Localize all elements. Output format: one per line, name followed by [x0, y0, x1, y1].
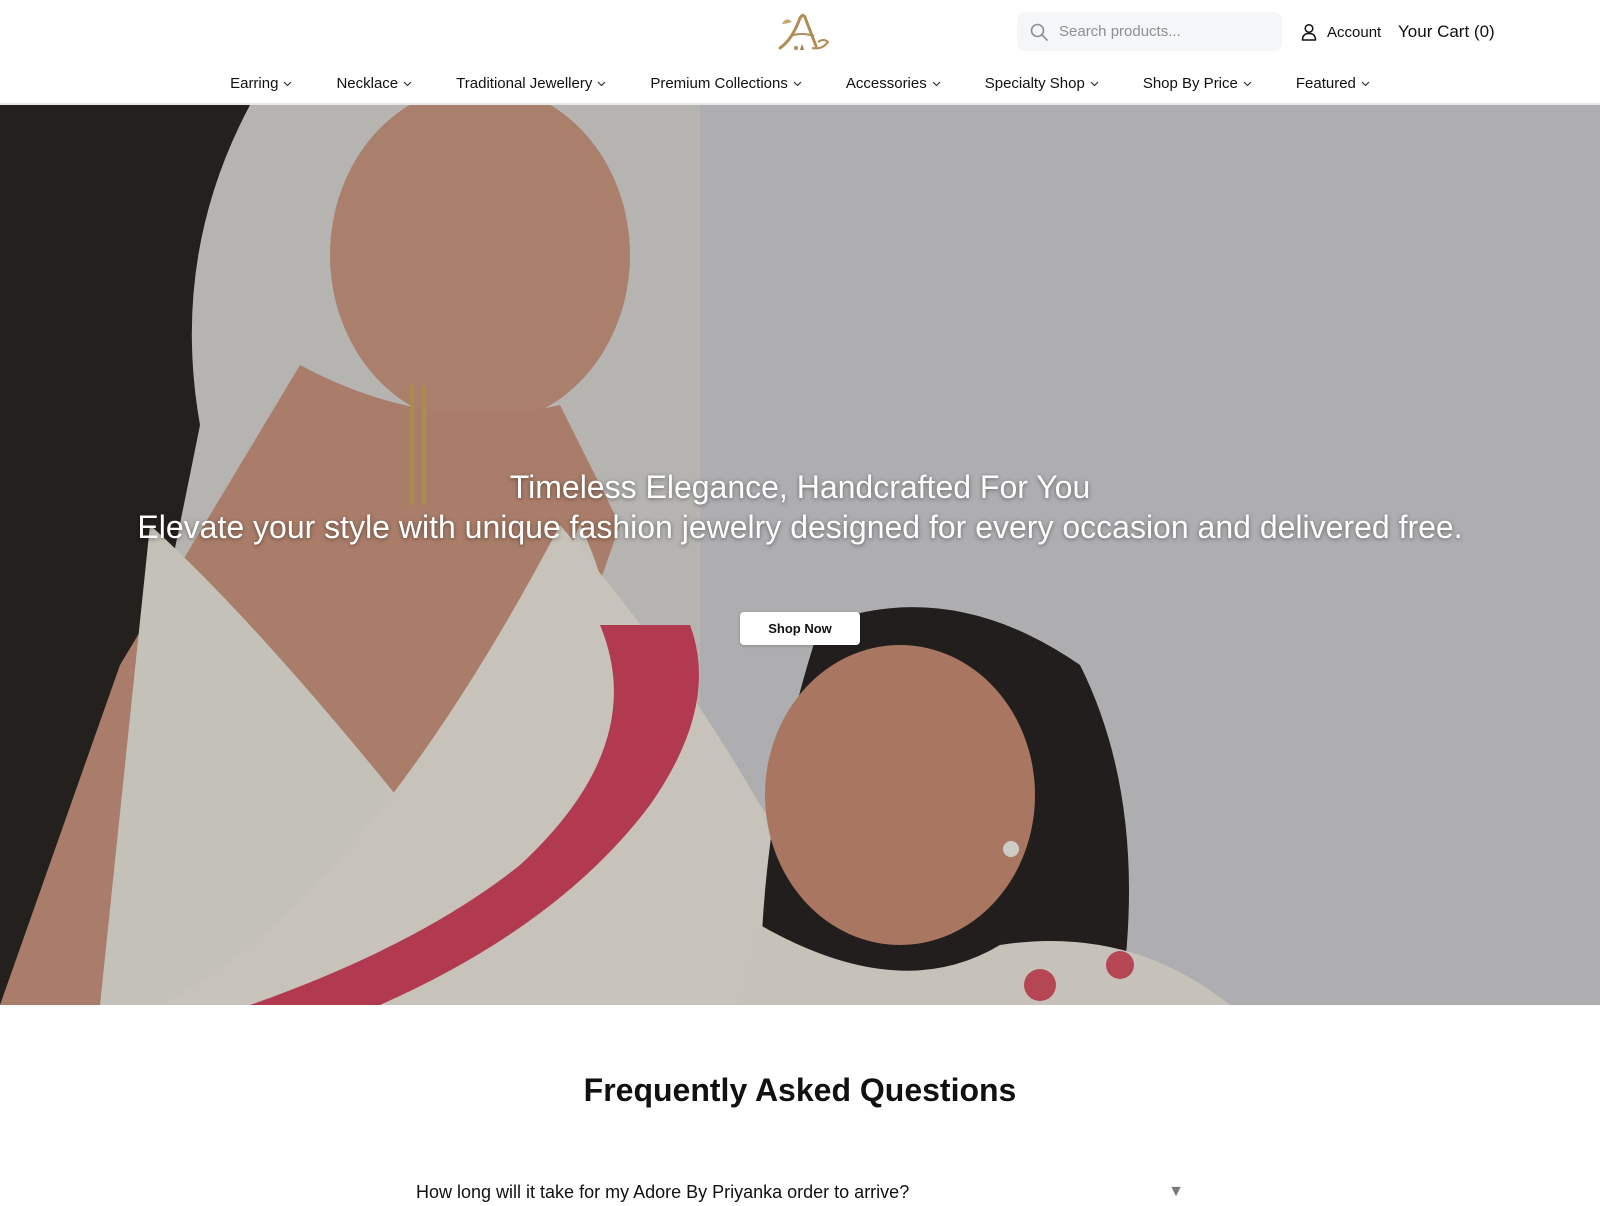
cart-label: Your Cart (0) — [1398, 22, 1495, 41]
chevron-down-icon: ▼ — [1168, 1183, 1184, 1200]
account-link[interactable]: Account — [1300, 18, 1381, 46]
shop-now-button[interactable]: Shop Now — [740, 612, 860, 645]
chevron-down-icon — [1361, 79, 1370, 88]
hero-text: Timeless Elegance, Handcrafted For You E… — [0, 467, 1600, 547]
faq-title: Frequently Asked Questions — [583, 1072, 1017, 1108]
nav-item-label: Premium Collections — [650, 74, 788, 92]
nav-item-traditional-jewellery[interactable]: Traditional Jewellery — [434, 66, 628, 100]
hero-title: Timeless Elegance, Handcrafted For You — [509, 469, 1091, 505]
account-label: Account — [1327, 23, 1382, 41]
site-header: Account Your Cart (0) Earring Necklace T… — [0, 0, 1600, 105]
chevron-down-icon — [932, 79, 941, 88]
search-icon — [1029, 22, 1049, 42]
chevron-down-icon — [793, 79, 802, 88]
search-bar[interactable] — [1017, 12, 1282, 51]
chevron-down-icon — [597, 79, 606, 88]
chevron-down-icon — [1090, 79, 1099, 88]
faq-item[interactable]: How long will it take for my Adore By Pr… — [416, 1178, 1184, 1206]
hero-subtitle: Elevate your style with unique fashion j… — [137, 509, 1463, 545]
faq-question: How long will it take for my Adore By Pr… — [416, 1181, 910, 1202]
hero-banner: Timeless Elegance, Handcrafted For You E… — [0, 105, 1600, 1005]
nav-item-shop-by-price[interactable]: Shop By Price — [1121, 66, 1274, 100]
nav-item-label: Shop By Price — [1142, 74, 1238, 92]
nav-item-necklace[interactable]: Necklace — [314, 66, 434, 100]
nav-item-label: Traditional Jewellery — [456, 74, 593, 92]
nav-item-accessories[interactable]: Accessories — [824, 66, 963, 100]
nav-item-label: Specialty Shop — [984, 74, 1085, 92]
chevron-down-icon — [283, 79, 292, 88]
nav-item-label: Earring — [230, 74, 279, 92]
nav-item-featured[interactable]: Featured — [1274, 66, 1392, 100]
nav-item-label: Necklace — [336, 74, 399, 92]
nav-item-earring[interactable]: Earring — [208, 66, 314, 100]
search-input[interactable] — [1059, 23, 1269, 40]
nav-item-label: Featured — [1295, 74, 1356, 92]
chevron-down-icon — [403, 79, 412, 88]
nav-item-label: Accessories — [845, 74, 927, 92]
nav-item-specialty-shop[interactable]: Specialty Shop — [963, 66, 1121, 100]
main-navigation: Earring Necklace Traditional Jewellery P… — [0, 66, 1600, 100]
nav-item-premium-collections[interactable]: Premium Collections — [628, 66, 824, 100]
user-icon — [1300, 23, 1318, 41]
chevron-down-icon — [1243, 79, 1252, 88]
cart-link[interactable]: Your Cart (0) — [1398, 18, 1495, 46]
hero-overlay — [0, 105, 1600, 1005]
adore-logo-icon[interactable] — [772, 10, 832, 54]
